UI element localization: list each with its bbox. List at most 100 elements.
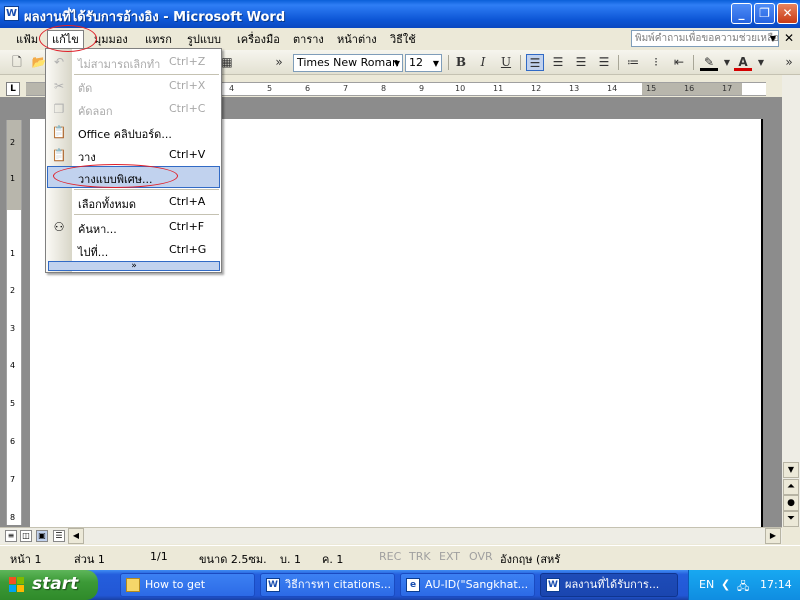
- folder-icon: [126, 578, 140, 592]
- bold-icon[interactable]: B: [452, 54, 470, 71]
- menu-item-shortcut: Ctrl+G: [169, 243, 207, 256]
- numbering-icon[interactable]: ≔: [624, 54, 642, 71]
- ruler-tick: 10: [455, 84, 466, 93]
- menu-item-label: คัดลอก: [78, 105, 113, 118]
- menu-table[interactable]: ตาราง: [289, 31, 328, 48]
- vertical-scrollbar[interactable]: ▼ ⏶ ● ⏷: [782, 75, 800, 527]
- ruler-tick: 4: [229, 84, 235, 93]
- menu-item-copy[interactable]: ❐ คัดลอก Ctrl+C: [47, 98, 220, 120]
- expand-menu-chevron-icon[interactable]: »: [48, 261, 220, 271]
- menu-tools[interactable]: เครื่องมือ: [233, 31, 284, 48]
- menu-edit[interactable]: แก้ไข: [47, 30, 84, 50]
- task-citations-doc[interactable]: W วิธีการหา citations...: [260, 573, 395, 597]
- font-size-arrow-icon[interactable]: ▼: [433, 56, 439, 71]
- italic-icon[interactable]: I: [474, 54, 492, 71]
- help-question-box[interactable]: พิมพ์คำถามเพื่อขอความช่วยเหลือ ▼: [631, 30, 779, 47]
- align-left-icon[interactable]: ☰: [526, 54, 544, 71]
- word-icon: W: [266, 578, 280, 592]
- task-active-word-doc[interactable]: W ผลงานที่ได้รับการ...: [540, 573, 678, 597]
- status-ovr[interactable]: OVR: [469, 550, 493, 563]
- edit-menu-dropdown: ↶ ไม่สามารถเลิกทำ Ctrl+Z ✂ ตัด Ctrl+X ❐ …: [45, 48, 222, 273]
- ruler-tick: 13: [569, 84, 580, 93]
- start-label: start: [32, 574, 79, 594]
- scroll-down-arrow-icon[interactable]: ▼: [783, 462, 799, 478]
- menu-item-paste[interactable]: 📋 วาง Ctrl+V: [47, 144, 220, 166]
- tab-selector-icon[interactable]: L: [6, 82, 20, 96]
- print-view-icon[interactable]: ▣: [36, 530, 48, 542]
- menu-item-select-all[interactable]: เลือกทั้งหมด Ctrl+A: [47, 191, 220, 213]
- menu-item-undo[interactable]: ↶ ไม่สามารถเลิกทำ Ctrl+Z: [47, 51, 220, 73]
- menu-item-label: ไม่สามารถเลิกทำ: [78, 58, 161, 71]
- status-trk[interactable]: TRK: [409, 550, 431, 563]
- web-view-icon[interactable]: ◫: [20, 530, 32, 542]
- restore-button[interactable]: ❐: [754, 3, 775, 24]
- menu-item-paste-special[interactable]: วางแบบพิเศษ...: [47, 166, 220, 188]
- horizontal-scrollbar[interactable]: ≡ ◫ ▣ ☰ ◀ ▶: [0, 527, 782, 544]
- menu-item-shortcut: Ctrl+A: [169, 195, 206, 208]
- paste-icon: 📋: [51, 148, 67, 162]
- menu-item-office-clipboard[interactable]: 📋 Office คลิปบอร์ด...: [47, 121, 220, 143]
- status-rec[interactable]: REC: [379, 550, 401, 563]
- justify-icon[interactable]: ☰: [595, 54, 613, 71]
- font-size-value: 12: [409, 56, 423, 69]
- new-document-icon[interactable]: 🗋: [8, 54, 26, 71]
- menu-file[interactable]: แฟ้ม: [12, 31, 42, 48]
- task-browser[interactable]: e AU-ID("Sangkhat...: [400, 573, 535, 597]
- align-center-icon[interactable]: ☰: [549, 54, 567, 71]
- ruler-tick: 3: [10, 324, 16, 333]
- underline-icon[interactable]: U: [497, 54, 515, 71]
- previous-page-icon[interactable]: ⏶: [783, 479, 799, 495]
- menu-insert[interactable]: แทรก: [141, 31, 176, 48]
- scroll-left-arrow-icon[interactable]: ◀: [68, 528, 84, 544]
- decrease-indent-icon[interactable]: ⇤: [670, 54, 688, 71]
- bullets-icon[interactable]: ⁝: [647, 54, 665, 71]
- close-button[interactable]: ✕: [777, 3, 798, 24]
- network-icon[interactable]: 🖧: [737, 578, 749, 597]
- normal-view-icon[interactable]: ≡: [5, 530, 17, 542]
- font-size-combo[interactable]: 12 ▼: [405, 54, 442, 72]
- font-name-value: Times New Roman: [297, 56, 399, 69]
- font-name-arrow-icon[interactable]: ▼: [394, 56, 400, 71]
- task-how-to-get[interactable]: How to get: [120, 573, 255, 597]
- menu-window[interactable]: หน้าต่าง: [333, 31, 381, 48]
- browse-object-icon[interactable]: ●: [783, 495, 799, 511]
- toolbar-options-chevron-icon[interactable]: »: [270, 54, 288, 71]
- menu-item-shortcut: Ctrl+X: [169, 79, 206, 92]
- document-close-icon[interactable]: ✕: [784, 31, 794, 45]
- font-color-icon[interactable]: A: [734, 54, 752, 71]
- language-indicator[interactable]: EN: [699, 578, 714, 591]
- start-button[interactable]: start: [0, 570, 98, 600]
- ruler-tick: 12: [531, 84, 542, 93]
- align-right-icon[interactable]: ☰: [572, 54, 590, 71]
- menu-item-label: เลือกทั้งหมด: [78, 198, 137, 211]
- ruler-tick: 17: [722, 84, 733, 93]
- menu-item-cut[interactable]: ✂ ตัด Ctrl+X: [47, 75, 220, 97]
- menu-separator: [74, 214, 219, 215]
- menu-help[interactable]: วิธีใช้: [386, 31, 420, 48]
- word-app-icon[interactable]: W: [4, 6, 19, 21]
- help-dropdown-arrow-icon[interactable]: ▼: [770, 31, 776, 46]
- word-icon: W: [546, 578, 560, 592]
- scroll-right-arrow-icon[interactable]: ▶: [765, 528, 781, 544]
- menu-item-goto[interactable]: ไปที่... Ctrl+G: [47, 239, 220, 261]
- highlight-pen-icon[interactable]: ✎: [700, 54, 718, 71]
- minimize-button[interactable]: _: [731, 3, 752, 24]
- status-ext[interactable]: EXT: [439, 550, 460, 563]
- tray-expand-icon[interactable]: ❮: [721, 578, 730, 591]
- menu-item-label: Office คลิปบอร์ด...: [78, 128, 172, 141]
- font-color-arrow-icon[interactable]: ▼: [752, 54, 770, 71]
- taskbar: start How to get W วิธีการหา citations..…: [0, 570, 800, 600]
- toolbar-options-chevron-icon[interactable]: »: [780, 54, 798, 71]
- ruler-tick: 8: [10, 513, 16, 522]
- vertical-ruler[interactable]: 2 1 1 2 3 4 5 6 7 8: [6, 120, 22, 525]
- font-name-combo[interactable]: Times New Roman ▼: [293, 54, 403, 72]
- menu-item-label: วาง: [78, 151, 96, 164]
- task-label: วิธีการหา citations...: [285, 578, 392, 591]
- toolbar-separator: [448, 55, 449, 70]
- toolbar-separator: [693, 55, 694, 70]
- menu-item-find[interactable]: ⚇ ค้นหา... Ctrl+F: [47, 216, 220, 238]
- next-page-icon[interactable]: ⏷: [783, 511, 799, 527]
- outline-view-icon[interactable]: ☰: [53, 530, 65, 542]
- menu-format[interactable]: รูปแบบ: [183, 31, 225, 48]
- menu-view[interactable]: มุมมอง: [90, 31, 132, 48]
